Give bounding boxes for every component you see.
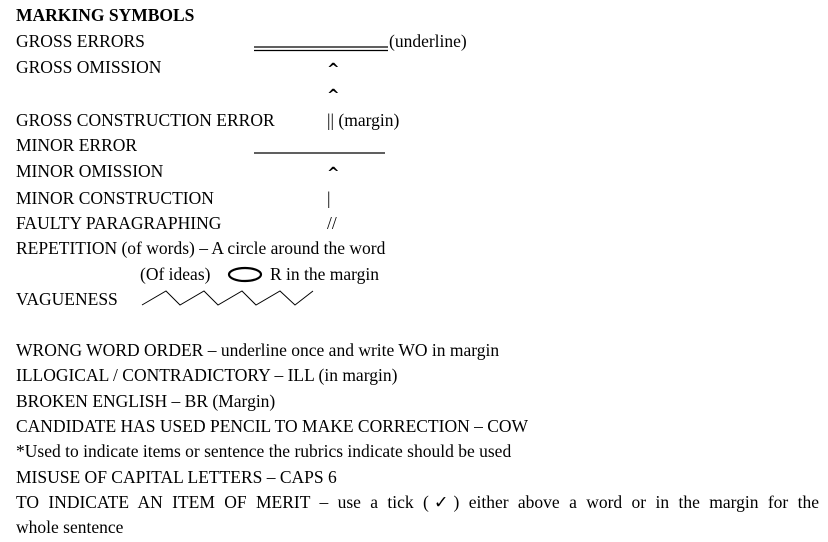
- ellipse-symbol: [227, 266, 263, 283]
- symbol-drawings: [141, 46, 388, 306]
- zigzag-symbol: [141, 290, 314, 306]
